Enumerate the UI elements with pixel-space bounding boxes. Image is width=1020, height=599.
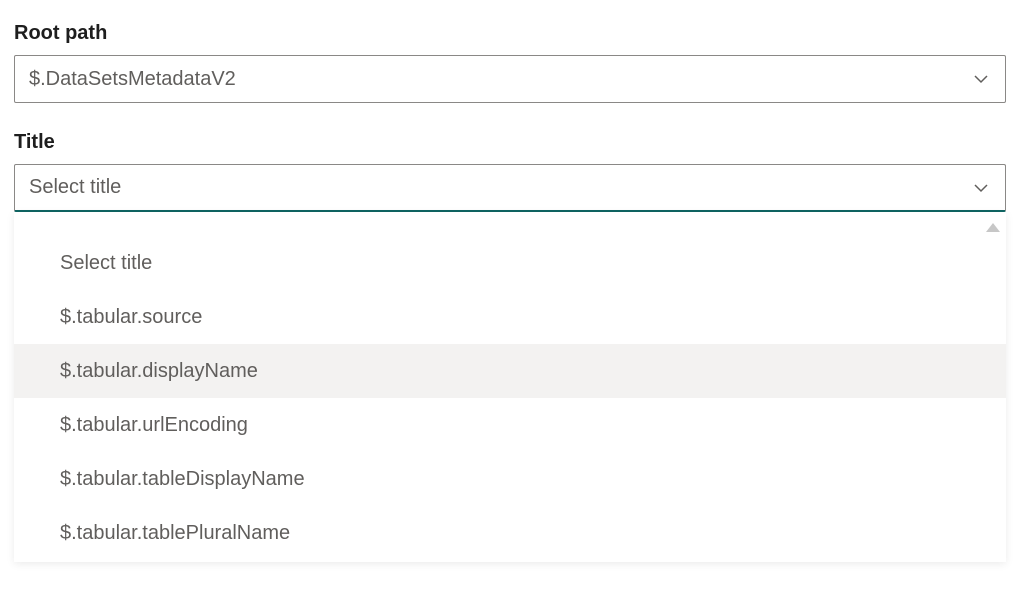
title-dropdown: Select title$.tabular.source$.tabular.di…: [14, 212, 1006, 562]
root-path-field: Root path $.DataSetsMetadataV2: [14, 22, 1006, 103]
scroll-up-icon[interactable]: [14, 218, 1006, 236]
title-option[interactable]: $.tabular.displayName: [14, 344, 1006, 398]
title-label: Title: [14, 131, 1006, 154]
title-option[interactable]: $.tabular.source: [14, 290, 1006, 344]
chevron-down-icon: [971, 178, 991, 198]
title-placeholder: Select title: [29, 176, 121, 199]
chevron-down-icon: [971, 69, 991, 89]
title-option[interactable]: Select title: [14, 236, 1006, 290]
title-field: Title Select title Select title$.tabular…: [14, 131, 1006, 212]
title-options-list[interactable]: Select title$.tabular.source$.tabular.di…: [14, 236, 1006, 562]
root-path-value: $.DataSetsMetadataV2: [29, 68, 236, 91]
title-option[interactable]: $.tabular.tableDisplayName: [14, 452, 1006, 506]
title-option[interactable]: $.tabular.urlEncoding: [14, 398, 1006, 452]
root-path-combobox[interactable]: $.DataSetsMetadataV2: [14, 55, 1006, 103]
title-combobox[interactable]: Select title: [14, 164, 1006, 212]
title-option[interactable]: $.tabular.tablePluralName: [14, 506, 1006, 560]
root-path-label: Root path: [14, 22, 1006, 45]
